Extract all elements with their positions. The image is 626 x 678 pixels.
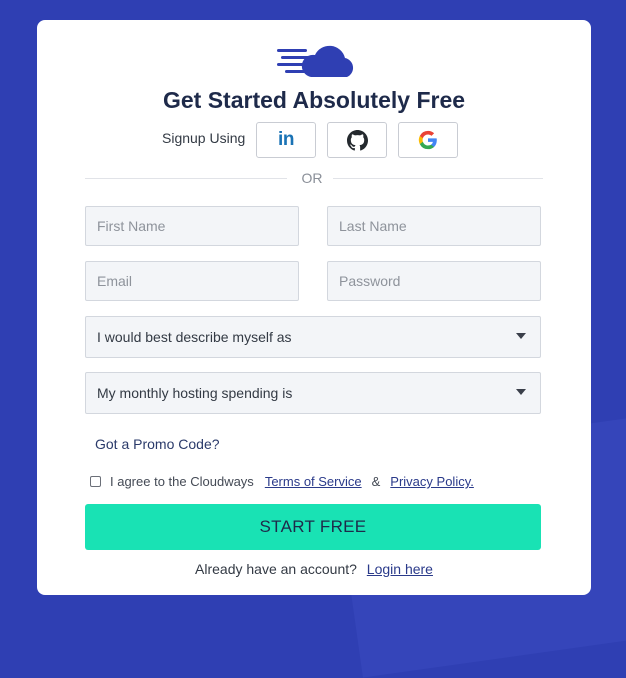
google-icon (418, 130, 437, 150)
chevron-down-icon (516, 333, 526, 339)
terms-agreement-row: I agree to the Cloudways Terms of Servic… (90, 474, 474, 489)
chevron-down-icon (516, 389, 526, 395)
terms-checkbox[interactable] (90, 476, 101, 487)
signup-card: Get Started Absolutely Free Signup Using… (37, 20, 591, 595)
linkedin-signup-button[interactable]: in (256, 122, 316, 158)
ampersand-text: & (371, 474, 381, 489)
divider-right (333, 178, 543, 179)
signup-using-label: Signup Using (162, 130, 246, 146)
login-prompt: Already have an account? Login here (37, 561, 591, 577)
privacy-policy-link[interactable]: Privacy Policy. (390, 474, 474, 489)
first-name-field[interactable] (85, 206, 299, 246)
terms-of-service-link[interactable]: Terms of Service (265, 474, 362, 489)
email-field[interactable] (85, 261, 299, 301)
password-field[interactable] (327, 261, 541, 301)
or-separator: OR (301, 170, 323, 186)
account-text: Already have an account? (195, 561, 357, 577)
describe-yourself-select[interactable]: I would best describe myself as (85, 316, 541, 358)
linkedin-icon: in (278, 129, 294, 150)
last-name-field[interactable] (327, 206, 541, 246)
github-signup-button[interactable] (327, 122, 387, 158)
page-title: Get Started Absolutely Free (162, 87, 466, 113)
hosting-spending-select[interactable]: My monthly hosting spending is (85, 372, 541, 414)
describe-select-value: I would best describe myself as (97, 329, 292, 345)
promo-code-link[interactable]: Got a Promo Code? (95, 436, 220, 452)
spending-select-value: My monthly hosting spending is (97, 385, 293, 401)
start-free-button[interactable]: START FREE (85, 504, 541, 550)
github-icon (346, 129, 368, 150)
login-link[interactable]: Login here (367, 561, 433, 577)
divider-left (85, 178, 287, 179)
cloudways-logo-icon (277, 45, 354, 77)
google-signup-button[interactable] (398, 122, 458, 158)
agree-text: I agree to the Cloudways (110, 474, 254, 489)
